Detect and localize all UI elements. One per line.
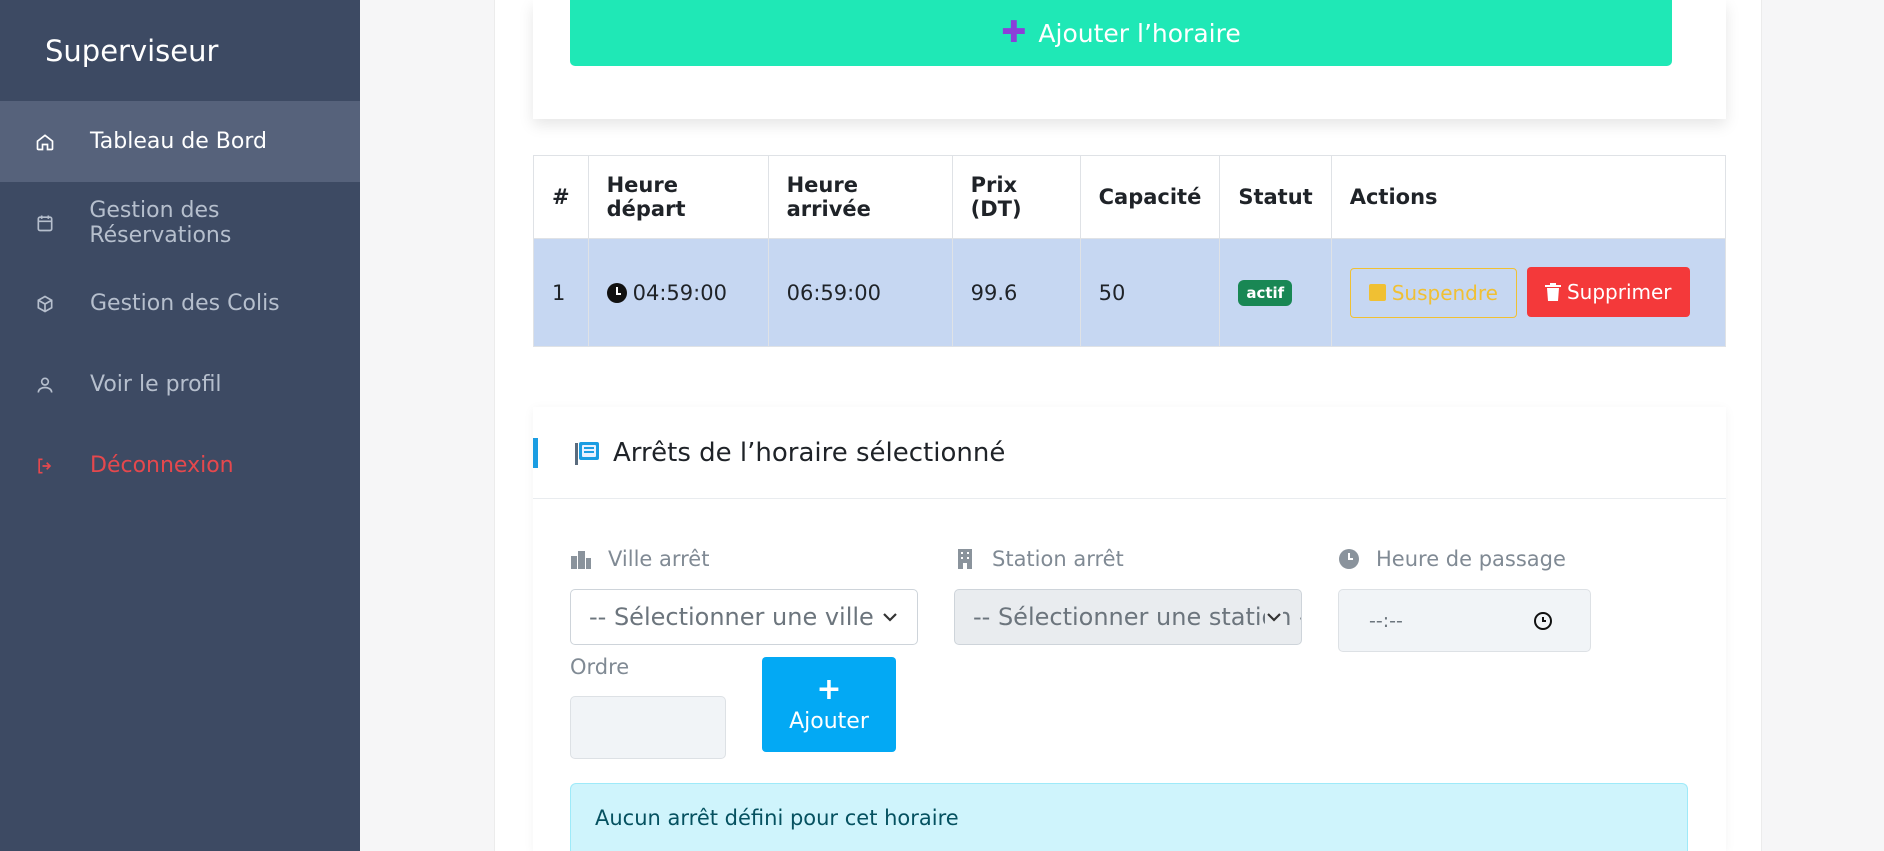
- sidebar-brand: Superviseur: [45, 33, 219, 68]
- clock-icon: [1339, 549, 1359, 569]
- heure-label: Heure de passage: [1338, 547, 1566, 571]
- column-header: Actions: [1330, 155, 1727, 239]
- delete-button[interactable]: Supprimer: [1526, 267, 1690, 318]
- chevron-down-icon: [881, 608, 899, 626]
- horaires-table: # Heure départ Heure arrivée Prix (DT) C…: [533, 155, 1727, 347]
- plus-icon: ✚: [1001, 15, 1027, 50]
- column-header: Heure départ: [587, 155, 769, 239]
- ordre-input[interactable]: [570, 696, 726, 759]
- sidebar-item-dashboard[interactable]: Tableau de Bord: [0, 101, 360, 182]
- add-stop-button[interactable]: + Ajouter: [762, 657, 896, 752]
- suspend-label: Suspendre: [1391, 280, 1498, 305]
- station-label-text: Station arrêt: [992, 547, 1124, 571]
- station-select-value: -- Sélectionner une station --: [973, 603, 1302, 631]
- clock-icon: [606, 282, 627, 303]
- column-header: Heure arrivée: [767, 155, 953, 239]
- sidebar-item-reservations[interactable]: Gestion des Réservations: [0, 182, 360, 263]
- building-icon: [958, 549, 972, 569]
- price: 99.6: [951, 238, 1081, 347]
- header-accent-bar: [533, 438, 538, 468]
- clock-icon[interactable]: [1532, 610, 1554, 632]
- departure-time: 04:59:00: [632, 280, 727, 305]
- capacity: 50: [1079, 238, 1221, 347]
- sidebar-item-logout[interactable]: Déconnexion: [0, 425, 360, 506]
- stops-card-header: Arrêts de l’horaire sélectionné: [533, 407, 1726, 499]
- logout-icon: [34, 455, 56, 477]
- sidebar-item-label: Tableau de Bord: [90, 129, 267, 154]
- departure-cell: 04:59:00: [587, 238, 769, 347]
- plus-icon: +: [816, 672, 842, 707]
- actions-cell: Suspendre Supprimer: [1330, 238, 1727, 347]
- ville-select[interactable]: -- Sélectionner une ville --: [570, 589, 918, 645]
- column-header: Capacité: [1079, 155, 1221, 239]
- sidebar-item-label: Gestion des Colis: [90, 291, 280, 316]
- ville-label: Ville arrêt: [570, 547, 709, 571]
- add-horaire-button[interactable]: ✚ Ajouter l’horaire: [570, 0, 1672, 66]
- heure-passage-value: --:--: [1369, 609, 1403, 632]
- add-horaire-label: Ajouter l’horaire: [1038, 18, 1241, 48]
- home-icon: [34, 131, 56, 153]
- column-header: #: [533, 155, 589, 239]
- user-icon: [34, 374, 56, 396]
- sidebar-item-colis[interactable]: Gestion des Colis: [0, 263, 360, 344]
- box-icon: [34, 293, 56, 315]
- ville-select-value: -- Sélectionner une ville --: [589, 603, 899, 631]
- column-header: Statut: [1219, 155, 1332, 239]
- calendar-icon: [34, 212, 55, 234]
- chevron-down-icon: [1265, 608, 1283, 626]
- city-icon: [571, 551, 591, 569]
- table-row[interactable]: 1 04:59:00 06:59:00 99.6 50 actif Suspen…: [533, 238, 1727, 347]
- sidebar-item-label: Déconnexion: [90, 453, 234, 478]
- ordre-label: Ordre: [570, 655, 630, 679]
- status-cell: actif: [1219, 238, 1332, 347]
- sidebar: Superviseur Tableau de Bord Gestion des …: [0, 0, 360, 851]
- arrival-time: 06:59:00: [767, 238, 953, 347]
- row-number: 1: [533, 238, 589, 347]
- ville-label-text: Ville arrêt: [608, 547, 710, 571]
- delete-label: Supprimer: [1566, 280, 1672, 305]
- heure-label-text: Heure de passage: [1376, 547, 1566, 571]
- sidebar-item-label: Voir le profil: [90, 372, 222, 397]
- suspend-button[interactable]: Suspendre: [1349, 267, 1517, 318]
- pause-icon: [1368, 284, 1386, 302]
- sidebar-item-profile[interactable]: Voir le profil: [0, 344, 360, 425]
- bus-stop-icon: [575, 441, 599, 465]
- empty-stops-alert: Aucun arrêt défini pour cet horaire: [570, 783, 1688, 851]
- stops-title: Arrêts de l’horaire sélectionné: [613, 437, 1006, 468]
- status-badge: actif: [1238, 280, 1293, 306]
- trash-icon: [1544, 283, 1561, 302]
- heure-passage-input[interactable]: --:--: [1338, 589, 1591, 652]
- column-header: Prix (DT): [951, 155, 1081, 239]
- sidebar-item-label: Gestion des Réservations: [89, 197, 232, 248]
- add-stop-label: Ajouter: [789, 709, 869, 734]
- station-select[interactable]: -- Sélectionner une station --: [954, 589, 1302, 645]
- station-label: Station arrêt: [954, 547, 1124, 571]
- table-header-row: # Heure départ Heure arrivée Prix (DT) C…: [533, 155, 1727, 239]
